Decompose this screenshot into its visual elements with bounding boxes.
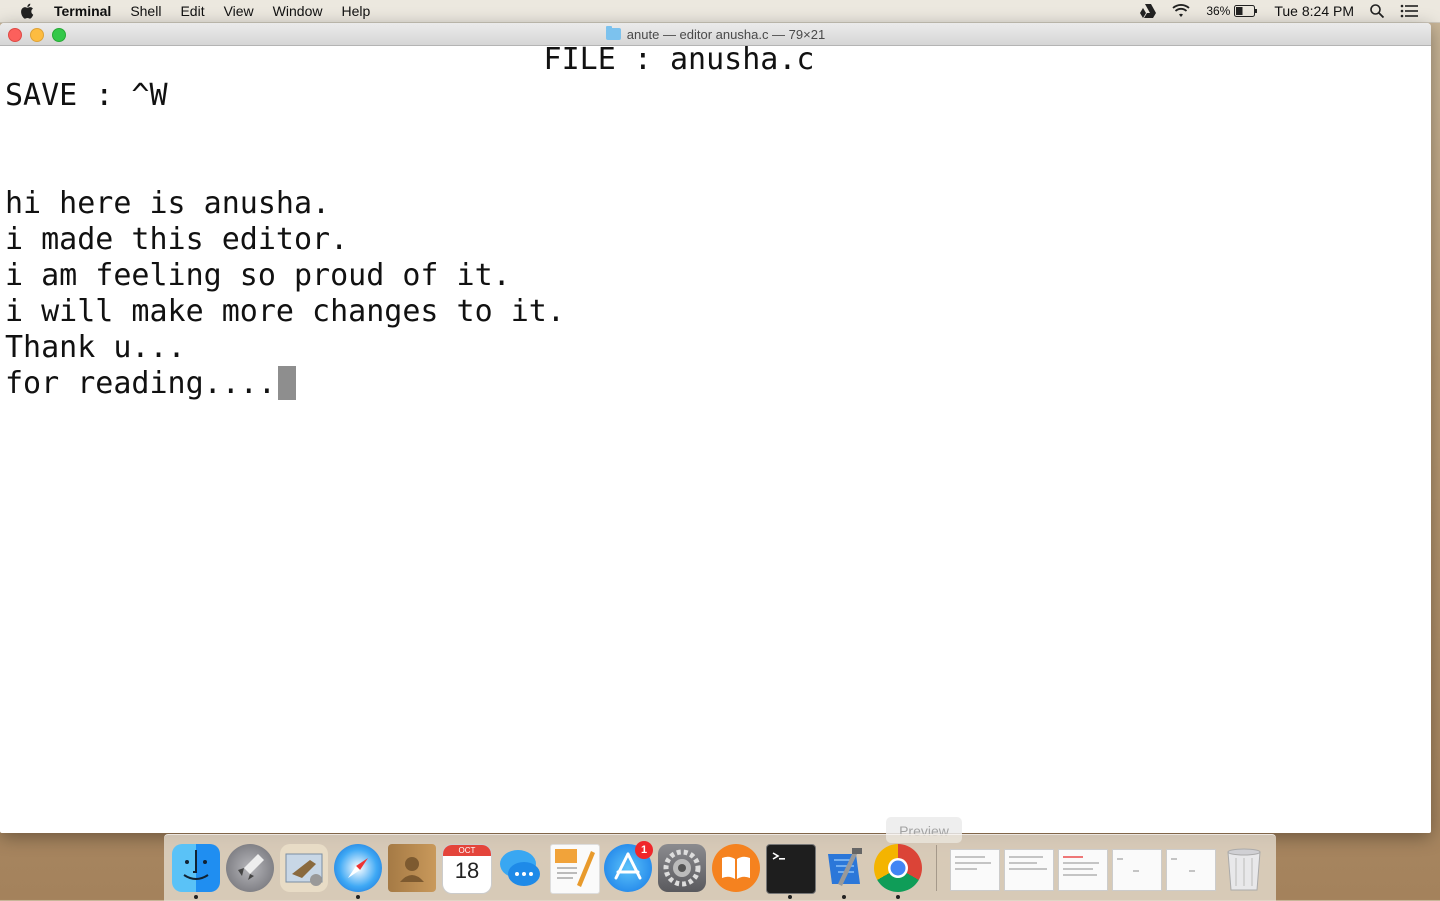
safari-icon[interactable]	[334, 844, 382, 892]
ibooks-icon[interactable]	[712, 844, 760, 892]
text-line-content: for reading....	[5, 366, 276, 401]
mail-icon[interactable]	[280, 844, 328, 892]
save-hint: SAVE : ^W	[5, 78, 168, 113]
google-drive-icon[interactable]	[1140, 4, 1157, 18]
minimized-window-thumbnail[interactable]	[950, 849, 1000, 891]
contacts-icon[interactable]	[388, 844, 436, 892]
system-preferences-icon[interactable]	[658, 844, 706, 892]
folder-icon	[605, 26, 621, 40]
minimized-window-thumbnail[interactable]	[1166, 849, 1216, 891]
dock-separator	[936, 845, 937, 891]
terminal-icon[interactable]	[766, 844, 816, 894]
running-indicator	[842, 895, 846, 899]
messages-icon[interactable]	[496, 844, 544, 892]
file-header: FILE : anusha.c	[543, 42, 815, 77]
launchpad-icon[interactable]	[226, 844, 274, 892]
clock[interactable]: Tue 8:24 PM	[1274, 3, 1354, 19]
terminal-content[interactable]: FILE : anusha.c SAVE : ^W hi here is anu…	[0, 42, 1431, 833]
text-line-last: for reading....	[5, 366, 296, 402]
pages-icon[interactable]	[550, 844, 600, 894]
menu-edit[interactable]: Edit	[180, 3, 204, 19]
running-indicator	[896, 895, 900, 899]
running-indicator	[194, 895, 198, 899]
apple-menu-icon[interactable]	[20, 3, 34, 19]
text-line: i will make more changes to it.	[5, 294, 565, 329]
menu-bar: Terminal Shell Edit View Window Help 36%…	[0, 0, 1440, 23]
menu-view[interactable]: View	[224, 3, 254, 19]
text-line: Thank u...	[5, 330, 186, 365]
running-indicator	[356, 895, 360, 899]
battery-status[interactable]: 36%	[1206, 4, 1258, 18]
menu-app-name[interactable]: Terminal	[54, 3, 111, 19]
window-controls	[8, 28, 74, 42]
minimized-window-thumbnail[interactable]	[1112, 849, 1162, 891]
spotlight-search-icon[interactable]	[1370, 4, 1384, 18]
terminal-window: anute — editor anusha.c — 79×21 FILE : a…	[0, 23, 1431, 833]
menu-help[interactable]: Help	[341, 3, 370, 19]
battery-icon	[1234, 5, 1258, 17]
wifi-icon[interactable]	[1172, 4, 1190, 18]
trash-icon[interactable]	[1224, 844, 1264, 892]
text-line: i am feeling so proud of it.	[5, 258, 511, 293]
close-button[interactable]	[8, 28, 22, 42]
calendar-month: OCT	[443, 845, 491, 856]
menu-window[interactable]: Window	[273, 3, 323, 19]
window-title: anute — editor anusha.c — 79×21	[626, 26, 826, 42]
dock: OCT 18 1	[164, 834, 1276, 901]
menu-shell[interactable]: Shell	[130, 3, 161, 19]
xcode-icon[interactable]	[820, 844, 868, 892]
battery-percent: 36%	[1206, 4, 1231, 18]
status-area: 36% Tue 8:24 PM	[1140, 0, 1440, 22]
calendar-day: 18	[454, 858, 480, 883]
text-line: i made this editor.	[5, 222, 349, 257]
maximize-button[interactable]	[52, 28, 66, 42]
minimized-window-thumbnail[interactable]	[1004, 849, 1054, 891]
chrome-icon[interactable]	[874, 844, 922, 892]
minimized-window-thumbnail[interactable]	[1058, 849, 1108, 891]
finder-icon[interactable]	[172, 844, 220, 892]
running-indicator	[788, 895, 792, 899]
text-line: hi here is anusha.	[5, 186, 331, 221]
notification-badge: 1	[635, 841, 653, 859]
calendar-icon[interactable]: OCT 18	[442, 844, 492, 894]
notification-center-icon[interactable]	[1400, 4, 1418, 18]
minimize-button[interactable]	[30, 28, 44, 42]
text-cursor	[277, 366, 296, 400]
